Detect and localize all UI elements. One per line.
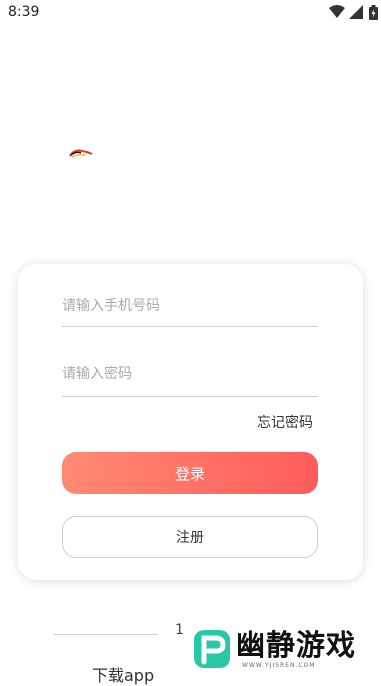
download-app-link[interactable]: 下载app [92, 662, 154, 686]
divider-glyph: 1 [175, 622, 184, 638]
phone-input[interactable] [62, 298, 318, 314]
watermark-title: 幽静游戏 [236, 628, 357, 662]
password-input[interactable] [62, 366, 318, 382]
forgot-password-link[interactable]: 忘记密码 [257, 412, 313, 432]
phone-field [62, 290, 318, 327]
login-button[interactable]: 登录 [62, 452, 318, 494]
wifi-icon [329, 5, 345, 18]
app-logo-icon [69, 149, 93, 158]
register-button[interactable]: 注册 [62, 516, 318, 558]
status-bar: 8:39 [0, 0, 381, 26]
divider-line [54, 634, 158, 635]
watermark-logo-icon [194, 630, 230, 668]
signal-icon [349, 5, 363, 19]
watermark-url: WWW.YJISREN.COM [242, 662, 316, 669]
status-time: 8:39 [8, 4, 40, 20]
login-card: 忘记密码 登录 注册 [18, 264, 363, 580]
battery-icon [369, 5, 378, 20]
watermark: 幽静游戏 WWW.YJISREN.COM [192, 628, 378, 676]
password-field [62, 358, 318, 397]
